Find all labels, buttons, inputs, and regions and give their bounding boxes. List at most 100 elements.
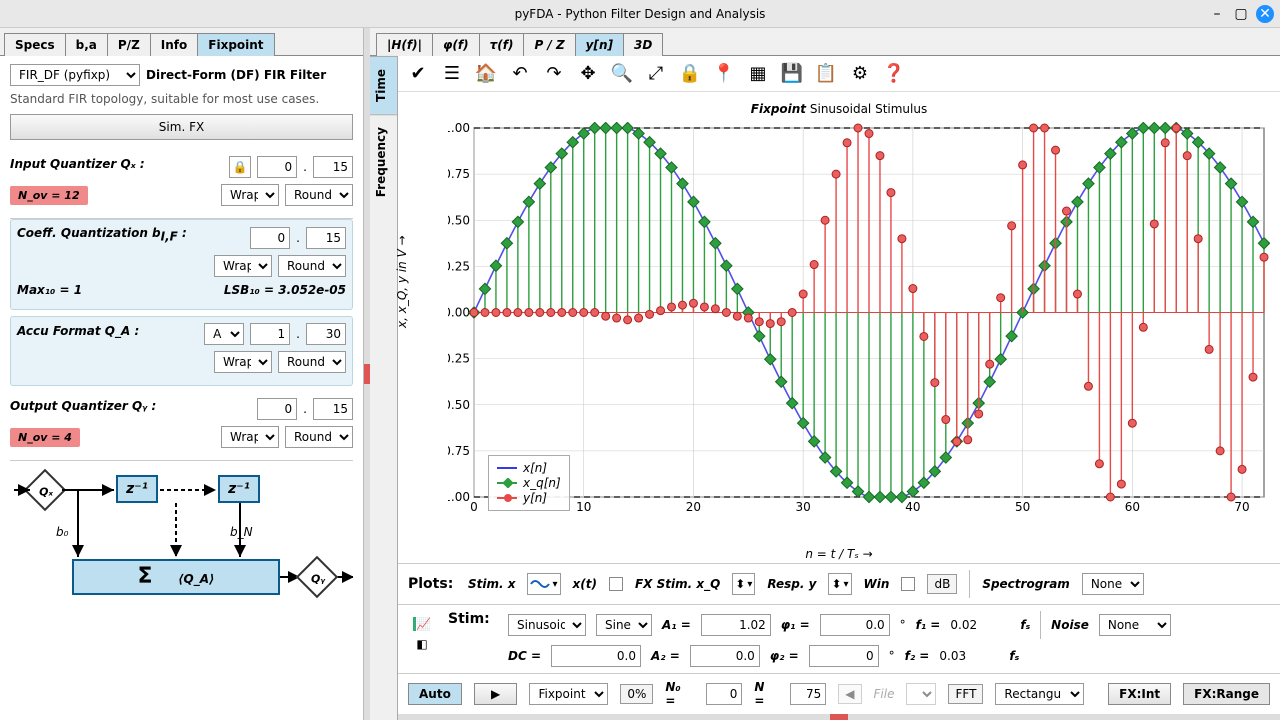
fxstim-mode[interactable]: ⬍▾ [732,573,755,595]
fxint-button[interactable]: FX:Int [1108,683,1171,705]
coeffq-label: Coeff. Quantization bI,F : [17,226,187,243]
outq-rnd[interactable]: Round [285,426,353,448]
tab-hf[interactable]: |H(f)| [376,33,433,56]
inputq-int[interactable] [257,156,297,178]
play-button[interactable]: ▶ [474,683,518,705]
svg-text:1.00: 1.00 [448,122,470,135]
svg-text:70: 70 [1234,500,1249,514]
xt-check[interactable] [609,577,623,591]
file-label: File [874,687,895,701]
inputq-label: Input Quantizer Qₓ : [10,157,145,171]
grid-icon[interactable]: ▦ [748,64,768,84]
tab-ba[interactable]: b,a [65,33,108,56]
phi1-input[interactable] [820,614,890,636]
spectrogram-select[interactable]: None [1082,573,1144,595]
close-button[interactable]: ✕ [1256,5,1274,23]
svg-text:0.50: 0.50 [448,213,470,227]
tab-3d[interactable]: 3D [623,33,663,56]
save-icon[interactable]: 💾 [782,64,802,84]
accu-rnd[interactable]: Round [278,351,346,373]
progress: 0% [620,684,653,704]
marker-icon[interactable]: 📍 [714,64,734,84]
tab-phi[interactable]: φ(f) [432,33,480,56]
vtab-time[interactable]: Time [370,56,397,114]
stim-wave[interactable]: Sine [596,614,652,636]
coeffq-frac[interactable] [306,227,346,249]
stim-type[interactable]: Sinusoid [508,614,586,636]
maximize-button[interactable]: ▢ [1232,5,1250,23]
accu-int[interactable] [250,323,290,345]
tab-info[interactable]: Info [150,33,198,56]
titlebar: pyFDA - Python Filter Design and Analysi… [0,0,1280,28]
stim-label: Stim: [448,611,496,627]
run-mode-select[interactable]: Fixpoint [529,683,608,705]
check-icon[interactable]: ✔ [408,64,428,84]
clipboard-icon[interactable]: 📋 [816,64,836,84]
stim-tab-icon[interactable]: 📈 [413,617,431,631]
tab-pz2[interactable]: P / Z [523,33,575,56]
phi2-input[interactable] [809,645,879,667]
svg-text:10: 10 [576,500,591,514]
coeffq-int[interactable] [250,227,290,249]
horizontal-splitter[interactable] [398,714,1280,720]
window-select[interactable]: Rectangu [995,683,1084,705]
home-icon[interactable]: 🏠 [476,64,496,84]
a2-input[interactable] [690,645,760,667]
outq-ovf[interactable]: Wrap [221,426,279,448]
accu-ovf[interactable]: Wrap [214,351,272,373]
file-select[interactable] [906,683,936,705]
vtab-frequency[interactable]: Frequency [370,114,397,209]
f2-value: 0.03 [939,649,999,663]
filter-diagram: Qₓ z⁻¹ z⁻¹ b₀ b_N Σ ⟨Q_A⟩ Qᵧ [10,461,353,641]
topology-select[interactable]: FIR_DF (pyfixp) [10,64,140,86]
fxrange-button[interactable]: FX:Range [1183,683,1270,705]
accu-label: Accu Format Q_A : [17,324,139,338]
tab-tau[interactable]: τ(f) [479,33,525,56]
move-icon[interactable]: ✥ [578,64,598,84]
zoom-icon[interactable]: 🔍 [612,64,632,84]
accu-mode[interactable]: A [204,323,244,345]
db-toggle[interactable]: dB [927,574,957,594]
chart-canvas: 010203040506070-1.00-0.75-0.50-0.250.000… [448,122,1270,519]
svg-text:-0.25: -0.25 [448,352,470,366]
x-axis-label: n = t / Tₛ → [805,547,872,561]
minimize-button[interactable]: – [1208,5,1226,23]
undo-icon[interactable]: ↶ [510,64,530,84]
lock-icon[interactable]: 🔒 [229,156,251,178]
help-icon[interactable]: ❓ [884,64,904,84]
topology-title: Direct-Form (DF) FIR Filter [146,68,353,82]
coeffq-ovf[interactable]: Wrap [214,255,272,277]
accu-frac[interactable] [306,323,346,345]
win-check[interactable] [901,577,915,591]
tab-specs[interactable]: Specs [4,33,66,56]
figure[interactable]: Fixpoint Sinusoidal Stimulus x, x_Q, y i… [398,92,1280,563]
tab-pz[interactable]: P/Z [107,33,151,56]
settings-icon[interactable]: ⚙ [850,64,870,84]
inputq-overflow-badge: N_ov = 12 [10,186,88,205]
respy-mode[interactable]: ⬍▾ [828,573,851,595]
sim-fx-button[interactable]: Sim. FX [10,114,353,140]
dc-input[interactable] [551,645,641,667]
inputq-frac[interactable] [313,156,353,178]
inputq-ovf[interactable]: Wrap [221,184,279,206]
outq-int[interactable] [257,398,297,420]
window-title: pyFDA - Python Filter Design and Analysi… [515,7,766,21]
svg-text:0.25: 0.25 [448,259,470,273]
list-icon[interactable]: ☰ [442,64,462,84]
n0-input[interactable] [706,683,742,705]
lockaxis-icon[interactable]: 🔒 [680,64,700,84]
stimx-mode[interactable]: ▾ [527,573,560,595]
coeffq-rnd[interactable]: Round [278,255,346,277]
fft-button[interactable]: FFT [948,684,983,704]
expand-icon[interactable]: ⤢ [646,64,666,84]
auto-button[interactable]: Auto [408,683,462,705]
tab-fixpoint[interactable]: Fixpoint [197,33,274,56]
inputq-rnd[interactable]: Round [285,184,353,206]
redo-icon[interactable]: ↷ [544,64,564,84]
tab-yn[interactable]: y[n] [575,33,624,56]
stim-tab-icon2[interactable]: ◧ [416,637,427,651]
a1-input[interactable] [701,614,771,636]
n-input[interactable] [790,683,826,705]
outq-frac[interactable] [313,398,353,420]
noise-select[interactable]: None [1099,614,1171,636]
